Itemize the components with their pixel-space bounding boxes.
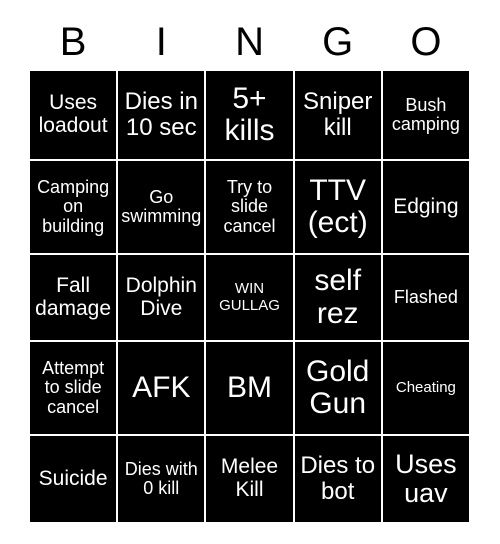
bingo-cell[interactable]: Fall damage [30, 255, 117, 340]
bingo-header-letter-n: N [235, 20, 264, 64]
bingo-cell[interactable]: Suicide [30, 436, 117, 522]
bingo-cell[interactable]: Sniper kill [294, 71, 381, 159]
bingo-cell[interactable]: Dies to bot [294, 436, 381, 522]
bingo-cell[interactable]: Bush camping [382, 71, 469, 159]
bingo-header-letter-g: G [322, 20, 354, 64]
bingo-cell[interactable]: self rez [294, 255, 381, 340]
bingo-cell[interactable]: Gold Gun [294, 342, 381, 434]
bingo-cell[interactable]: WIN GULLAG [206, 255, 293, 340]
bingo-cell[interactable]: Melee Kill [206, 436, 293, 522]
bingo-cell[interactable]: Cheating [382, 342, 469, 434]
bingo-header-letter-o: O [410, 20, 442, 64]
bingo-cell[interactable]: Dies with 0 kill [118, 436, 205, 522]
bingo-grid: Uses loadout Dies in 10 sec 5+ kills Sni… [29, 70, 470, 522]
bingo-cell[interactable]: TTV (ect) [294, 161, 381, 253]
bingo-cell[interactable]: Attempt to slide cancel [30, 342, 117, 434]
bingo-cell[interactable]: Go swimming [118, 161, 205, 253]
bingo-cell[interactable]: 5+ kills [206, 71, 293, 159]
bingo-cell[interactable]: Uses uav [382, 436, 469, 522]
bingo-cell[interactable]: Dolphin Dive [118, 255, 205, 340]
bingo-header-letter-i: I [155, 20, 167, 64]
bingo-card: B I N G O Uses loadout Dies in 10 sec 5+… [0, 0, 500, 544]
bingo-cell[interactable]: AFK [118, 342, 205, 434]
bingo-cell[interactable]: Try to slide cancel [206, 161, 293, 253]
bingo-header-row: B I N G O [29, 14, 470, 70]
bingo-cell[interactable]: Uses loadout [30, 71, 117, 159]
bingo-cell[interactable]: Dies in 10 sec [118, 71, 205, 159]
bingo-header-letter-b: B [59, 20, 87, 64]
bingo-cell[interactable]: Edging [382, 161, 469, 253]
bingo-cell[interactable]: BM [206, 342, 293, 434]
bingo-cell[interactable]: Flashed [382, 255, 469, 340]
bingo-cell[interactable]: Camping on building [30, 161, 117, 253]
